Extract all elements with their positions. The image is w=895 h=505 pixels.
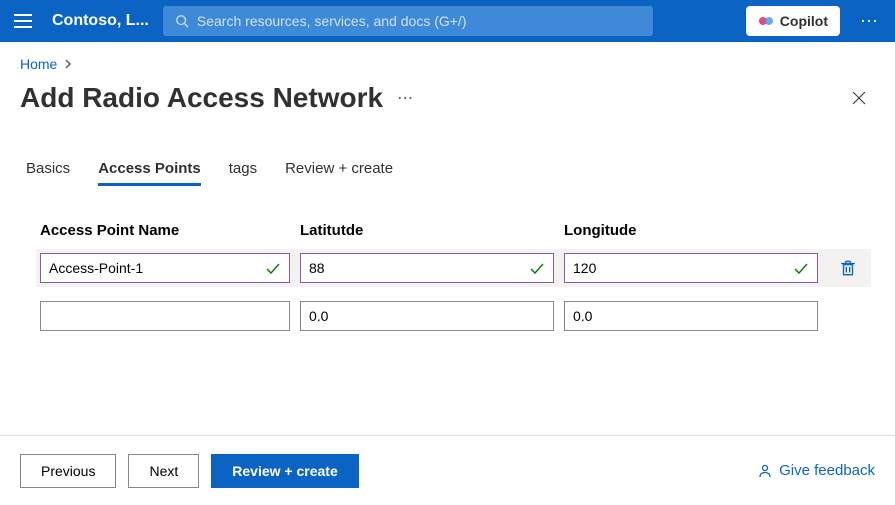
previous-button[interactable]: Previous bbox=[20, 454, 116, 488]
latitude-input[interactable]: 0.0 bbox=[300, 301, 554, 331]
search-input[interactable]: Search resources, services, and docs (G+… bbox=[163, 6, 653, 36]
tab-review-create[interactable]: Review + create bbox=[285, 160, 393, 186]
access-point-name-input[interactable] bbox=[40, 301, 290, 331]
tab-tags[interactable]: tags bbox=[229, 160, 257, 186]
longitude-input[interactable]: 120 bbox=[564, 253, 818, 283]
header-longitude: Longitude bbox=[564, 222, 818, 239]
field-value: Access-Point-1 bbox=[49, 260, 143, 276]
footer-bar: Previous Next Review + create Give feedb… bbox=[0, 435, 895, 505]
header-latitude: Latitutde bbox=[300, 222, 554, 239]
page-title: Add Radio Access Network bbox=[20, 82, 383, 114]
review-create-button[interactable]: Review + create bbox=[211, 454, 358, 488]
access-point-name-input[interactable]: Access-Point-1 bbox=[40, 253, 290, 283]
title-more-icon[interactable]: ⋯ bbox=[397, 88, 415, 108]
breadcrumb-home[interactable]: Home bbox=[20, 56, 57, 72]
field-value: 0.0 bbox=[309, 308, 328, 324]
feedback-icon bbox=[757, 463, 773, 479]
check-icon bbox=[265, 260, 281, 276]
table-row: 0.0 0.0 bbox=[36, 297, 871, 335]
top-bar: Contoso, L... Search resources, services… bbox=[0, 0, 895, 42]
tab-access-points[interactable]: Access Points bbox=[98, 160, 201, 186]
copilot-button[interactable]: Copilot bbox=[746, 6, 840, 36]
field-value: 120 bbox=[573, 260, 596, 276]
field-value: 0.0 bbox=[573, 308, 592, 324]
tabs: Basics Access Points tags Review + creat… bbox=[26, 160, 871, 186]
search-placeholder: Search resources, services, and docs (G+… bbox=[197, 13, 467, 29]
check-icon bbox=[793, 260, 809, 276]
chevron-right-icon bbox=[63, 56, 73, 72]
hamburger-menu-icon[interactable] bbox=[10, 9, 34, 33]
close-icon[interactable] bbox=[851, 90, 867, 106]
latitude-input[interactable]: 88 bbox=[300, 253, 554, 283]
copilot-icon bbox=[758, 13, 774, 29]
check-icon bbox=[529, 260, 545, 276]
tab-basics[interactable]: Basics bbox=[26, 160, 70, 186]
table-headers: Access Point Name Latitutde Longitude bbox=[40, 222, 871, 239]
longitude-input[interactable]: 0.0 bbox=[564, 301, 818, 331]
feedback-label: Give feedback bbox=[779, 462, 875, 479]
give-feedback-link[interactable]: Give feedback bbox=[757, 462, 875, 479]
header-name: Access Point Name bbox=[40, 222, 290, 239]
table-row: Access-Point-1 88 120 bbox=[36, 249, 871, 287]
more-icon[interactable]: ⋯ bbox=[854, 11, 885, 32]
field-value: 88 bbox=[309, 260, 325, 276]
tenant-name[interactable]: Contoso, L... bbox=[52, 12, 149, 30]
delete-icon[interactable] bbox=[839, 259, 857, 277]
next-button[interactable]: Next bbox=[128, 454, 199, 488]
search-icon bbox=[175, 14, 189, 28]
title-row: Add Radio Access Network ⋯ bbox=[20, 82, 871, 114]
breadcrumb: Home bbox=[20, 56, 871, 72]
page-content: Home Add Radio Access Network ⋯ Basics A… bbox=[0, 42, 895, 435]
copilot-label: Copilot bbox=[780, 13, 828, 29]
